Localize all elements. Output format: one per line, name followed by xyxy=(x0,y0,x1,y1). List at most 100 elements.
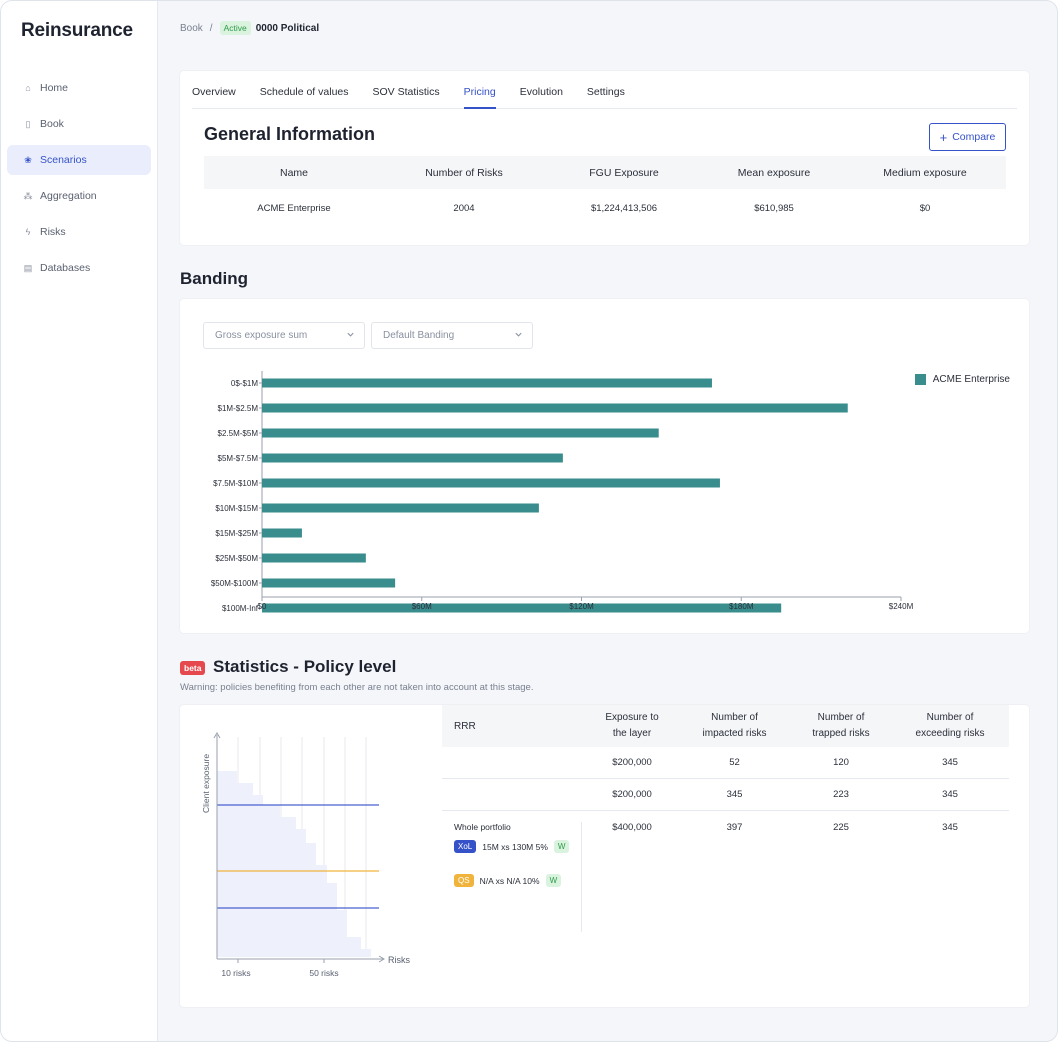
sidebar-item-label: Aggregation xyxy=(40,190,97,202)
tab-overview[interactable]: Overview xyxy=(192,81,236,108)
bar xyxy=(262,528,302,538)
trapped-cell: 120 xyxy=(833,757,849,768)
tab-pricing[interactable]: Pricing xyxy=(463,81,496,109)
bar xyxy=(262,378,712,388)
stats-table: RRR Exposure to the layer Number of impa… xyxy=(442,705,1009,935)
xol-layer-terms: 15M xs 130M 5% xyxy=(482,841,548,852)
table-row: $200,000 345 223 345 xyxy=(442,779,1009,811)
table-cell: $610,985 xyxy=(754,202,794,214)
trapped-cell: 225 xyxy=(833,822,849,833)
y-axis-label: Client exposure xyxy=(201,754,211,813)
sidebar-item-label: Home xyxy=(40,82,69,94)
y-tick-label: $10M-$15M xyxy=(215,504,258,513)
column-header: Mean exposure xyxy=(737,166,811,179)
y-tick-label: $2.5M-$5M xyxy=(218,429,259,438)
sidebar-item-risks[interactable]: ϟ Risks xyxy=(7,217,151,247)
compare-button-label: Compare xyxy=(952,131,996,143)
table-cell: $1,224,413,506 xyxy=(590,202,658,214)
bar xyxy=(262,478,720,488)
sidebar-item-book[interactable]: ▯ Book xyxy=(7,109,151,139)
app-window: Reinsurance ⌂ Home ▯ Book ❀ Scenarios ⁂ Aggrega… xyxy=(0,0,1058,1042)
column-header: Number of impacted risks xyxy=(702,712,767,739)
sidebar-item-databases[interactable]: ▤ Databases xyxy=(7,253,151,283)
general-info-card: Overview Schedule of values SOV Statistics… xyxy=(180,71,1029,245)
xol-layer[interactable]: XoL 15M xs 130M 5% W xyxy=(454,840,581,853)
y-tick-label: $25M-$50M xyxy=(215,554,258,563)
y-tick-label: 0$-$1M xyxy=(231,379,258,388)
column-header: Number of trapped risks xyxy=(812,712,870,739)
x-tick-label: $60M xyxy=(412,602,432,611)
sidebar-item-label: Scenarios xyxy=(40,154,87,166)
impacted-cell: 345 xyxy=(726,789,743,800)
exceeding-cell: 345 xyxy=(942,822,958,833)
compare-button[interactable]: + Compare xyxy=(929,123,1006,151)
column-header: FGU Exposure xyxy=(589,166,659,179)
table-header: RRR Exposure to the layer Number of impa… xyxy=(442,705,1009,747)
banding-bar-chart: 0$-$1M $1M-$2.5M $2.5M-$5M $5M-$7.5M $7.5M-$… xyxy=(211,371,914,613)
tab-sov-statistics[interactable]: SOV Statistics xyxy=(373,81,440,108)
breadcrumb-root[interactable]: Book xyxy=(180,23,203,34)
databases-icon: ▤ xyxy=(23,262,33,273)
xol-tag: XoL xyxy=(454,840,477,853)
y-tick-label: $50M-$100M xyxy=(211,579,258,588)
sidebar: Reinsurance ⌂ Home ▯ Book ❀ Scenarios ⁂ Aggrega… xyxy=(1,1,158,1041)
table-cell: ACME Enterprise xyxy=(257,202,331,214)
sidebar-item-label: Risks xyxy=(40,226,66,238)
column-header: Number of Risks xyxy=(425,166,503,179)
bar xyxy=(262,453,563,463)
column-header: Exposure to the layer xyxy=(605,712,659,739)
tab-schedule-of-values[interactable]: Schedule of values xyxy=(260,81,349,108)
exceeding-cell: 345 xyxy=(942,789,958,800)
breadcrumb: Book / Active 0000 Political xyxy=(180,21,319,35)
banding-card: Gross exposure sum Default Banding ACME … xyxy=(180,299,1029,633)
tab-bar: Overview Schedule of values SOV Statistics… xyxy=(192,81,1017,109)
beta-badge: beta xyxy=(180,661,206,675)
stats-warning: Warning: policies benefiting from each o… xyxy=(180,682,534,693)
bar xyxy=(262,503,539,513)
impacted-cell: 52 xyxy=(729,757,740,768)
sidebar-item-home[interactable]: ⌂ Home xyxy=(7,73,151,103)
bar xyxy=(262,578,396,588)
sidebar-item-label: Book xyxy=(40,118,64,130)
table-cell: 2004 xyxy=(453,202,475,214)
bar xyxy=(262,403,848,413)
portfolio-label: Whole portfolio xyxy=(454,822,511,832)
exposure-distribution-area xyxy=(217,771,371,957)
sidebar-item-label: Databases xyxy=(40,262,91,274)
y-tick-label: $7.5M-$10M xyxy=(213,479,258,488)
qs-layer[interactable]: QS N/A xs N/A 10% W xyxy=(454,874,581,887)
general-info-title: General Information xyxy=(204,124,376,144)
rrr-cell: Whole portfolio XoL 15M xs 130M 5% W QS … xyxy=(442,822,582,932)
stats-card: Client exposure Risks 10 risks 50 risks … xyxy=(180,705,1029,1007)
tab-settings[interactable]: Settings xyxy=(587,81,625,108)
bar xyxy=(262,553,366,563)
impacted-cell: 397 xyxy=(726,822,743,833)
tab-evolution[interactable]: Evolution xyxy=(520,81,563,108)
trapped-cell: 223 xyxy=(833,789,849,800)
aggregation-icon: ⁂ xyxy=(23,190,33,201)
table-header: Name Number of Risks FGU Exposure Mean expo… xyxy=(204,156,1006,189)
qs-layer-terms: N/A xs N/A 10% xyxy=(479,875,540,886)
x-axis-label: Risks xyxy=(388,955,410,965)
breadcrumb-separator: / xyxy=(209,22,213,34)
x-tick-label: 10 risks xyxy=(221,968,250,978)
column-header: Number of exceeding risks xyxy=(915,712,985,739)
w-tag: W xyxy=(545,874,562,887)
y-tick-label: $5M-$7.5M xyxy=(218,454,259,463)
y-tick-label: $15M-$25M xyxy=(215,529,258,538)
y-tick-label: $100M-Inf xyxy=(222,604,259,613)
table-row: ACME Enterprise 2004 $1,224,413,506 $610,98… xyxy=(204,189,1006,227)
exposure-cell: $400,000 xyxy=(612,822,652,833)
scenarios-icon: ❀ xyxy=(24,154,32,165)
plus-icon: + xyxy=(939,129,948,145)
sidebar-item-scenarios[interactable]: ❀ Scenarios xyxy=(7,145,151,175)
x-tick-label: $0 xyxy=(258,602,267,611)
exposure-cell: $200,000 xyxy=(612,789,652,800)
x-tick-label: 50 risks xyxy=(309,968,338,978)
sidebar-item-aggregation[interactable]: ⁂ Aggregation xyxy=(7,181,151,211)
x-tick-label: $240M xyxy=(889,602,914,611)
bar xyxy=(262,428,659,438)
general-info-table: Name Number of Risks FGU Exposure Mean expo… xyxy=(204,156,1006,227)
x-tick-label: $180M xyxy=(729,602,754,611)
exceeding-cell: 345 xyxy=(942,757,958,768)
